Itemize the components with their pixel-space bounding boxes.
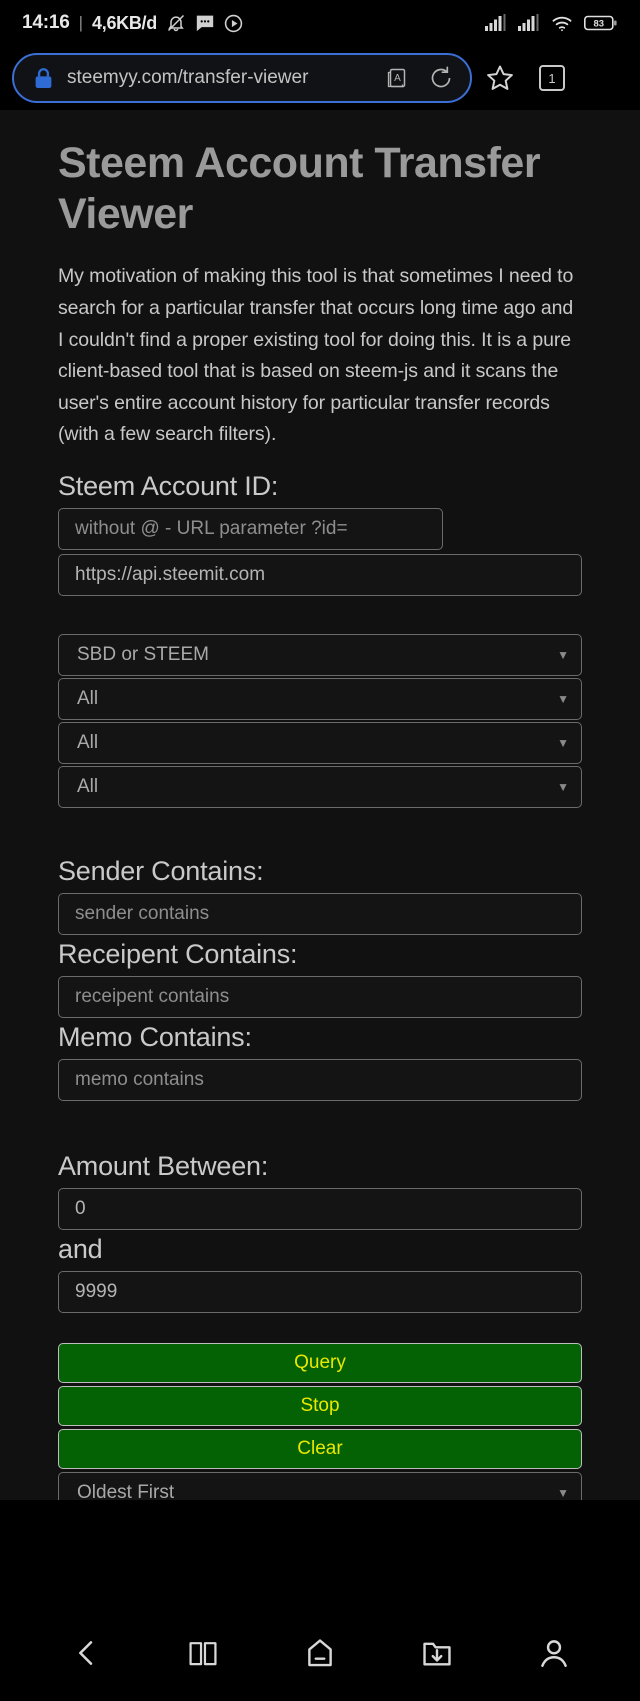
- bookmark-star-button[interactable]: [476, 54, 524, 102]
- signal-bars-sim2-icon: [518, 14, 540, 32]
- lock-icon: [34, 67, 53, 89]
- spacer-buttons: [58, 1317, 582, 1343]
- address-bar[interactable]: steemyy.com/transfer-viewer A: [12, 53, 472, 103]
- amount-max-input[interactable]: 9999: [58, 1270, 582, 1313]
- page-title: Steem Account Transfer Viewer: [58, 139, 541, 238]
- page-intro-paragraph: My motivation of making this tool is tha…: [58, 265, 574, 446]
- stop-button[interactable]: Stop: [58, 1385, 582, 1426]
- chevron-down-icon: ▼: [557, 735, 569, 750]
- memo-contains-label: Memo Contains:: [58, 1021, 252, 1052]
- amount-between-label: Amount Between:: [58, 1150, 269, 1181]
- spacer-filters: [58, 600, 582, 634]
- chevron-down-icon: ▼: [557, 1485, 569, 1500]
- spacer-amount: [58, 1105, 582, 1131]
- back-icon[interactable]: [54, 1621, 118, 1685]
- api-node-input[interactable]: https://api.steemit.com: [58, 553, 582, 596]
- tab-switcher-button[interactable]: 1: [528, 54, 576, 102]
- bookmarks-icon[interactable]: [171, 1621, 235, 1685]
- chevron-down-icon: ▼: [557, 779, 569, 794]
- clear-button[interactable]: Clear: [58, 1428, 582, 1469]
- reader-mode-icon[interactable]: A: [382, 63, 412, 93]
- status-clock: 14:16: [22, 12, 70, 33]
- status-bar-left: 14:16 | 4,6KB/d: [22, 12, 243, 34]
- filter-four-select[interactable]: All ▼: [58, 765, 582, 808]
- account-id-label: Steem Account ID:: [58, 470, 279, 501]
- browser-bottom-nav: [0, 1605, 640, 1701]
- phone-screen: 14:16 | 4,6KB/d 83 steemyy.com/transfer-…: [0, 0, 640, 1701]
- status-separator: |: [78, 13, 84, 32]
- receipent-contains-input[interactable]: receipent contains: [58, 975, 582, 1018]
- profile-icon[interactable]: [522, 1621, 586, 1685]
- home-icon[interactable]: [288, 1621, 352, 1685]
- sender-contains-label: Sender Contains:: [58, 855, 264, 886]
- amount-min-input[interactable]: 0: [58, 1187, 582, 1230]
- url-text: steemyy.com/transfer-viewer: [67, 67, 309, 88]
- receipent-contains-label: Receipent Contains:: [58, 938, 298, 969]
- currency-select[interactable]: SBD or STEEM ▼: [58, 633, 582, 676]
- filter-two-select-value: All: [77, 687, 99, 709]
- web-page-content: Steem Account Transfer Viewer My motivat…: [0, 110, 640, 1500]
- memo-contains-input[interactable]: memo contains: [58, 1058, 582, 1101]
- status-bar-right: 83: [485, 14, 618, 32]
- filter-two-select[interactable]: All ▼: [58, 677, 582, 720]
- currency-select-value: SBD or STEEM: [77, 643, 209, 665]
- chevron-down-icon: ▼: [557, 647, 569, 662]
- filter-three-select-value: All: [77, 731, 99, 753]
- chevron-down-icon: ▼: [557, 691, 569, 706]
- amount-and-label: and: [58, 1233, 103, 1264]
- status-bar: 14:16 | 4,6KB/d 83: [0, 0, 640, 46]
- signal-bars-sim1-icon: [485, 14, 507, 32]
- message-icon: [195, 14, 215, 32]
- filter-three-select[interactable]: All ▼: [58, 721, 582, 764]
- account-id-input[interactable]: without @ - URL parameter ?id=: [58, 507, 443, 550]
- bell-muted-icon: [166, 13, 186, 33]
- svg-text:83: 83: [594, 18, 605, 29]
- query-button[interactable]: Query: [58, 1342, 582, 1383]
- wifi-icon: [551, 14, 573, 32]
- tab-count-badge: 1: [539, 65, 565, 91]
- downloads-icon[interactable]: [405, 1621, 469, 1685]
- browser-toolbar: steemyy.com/transfer-viewer A 1: [0, 46, 640, 110]
- svg-text:A: A: [394, 73, 401, 84]
- status-data-rate: 4,6KB/d: [92, 12, 157, 33]
- spacer-contains: [58, 810, 582, 836]
- sort-order-select[interactable]: Oldest First ▼: [58, 1471, 582, 1500]
- reload-icon[interactable]: [426, 63, 456, 93]
- sort-order-value: Oldest First: [77, 1481, 175, 1500]
- filter-four-select-value: All: [77, 775, 99, 797]
- sender-contains-input[interactable]: sender contains: [58, 892, 582, 935]
- battery-icon: 83: [584, 14, 618, 32]
- media-play-icon: [224, 14, 243, 33]
